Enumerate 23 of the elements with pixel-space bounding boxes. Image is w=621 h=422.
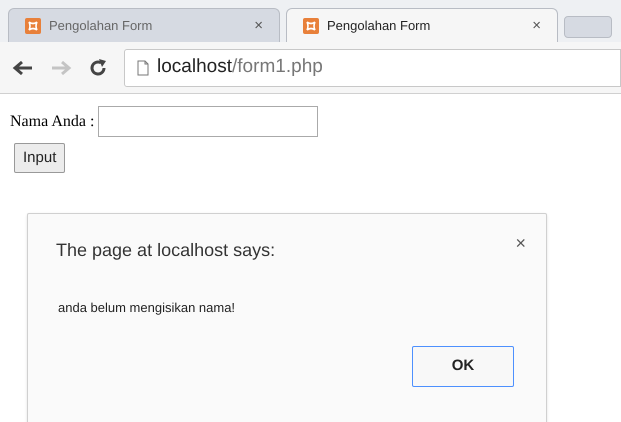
input-button[interactable]: Input bbox=[14, 143, 66, 173]
dialog-title: The page at localhost says: bbox=[56, 239, 276, 262]
dialog-message: anda belum mengisikan nama! bbox=[57, 299, 236, 317]
browser-tab[interactable]: Pengolahan Form × bbox=[286, 8, 558, 42]
name-input-field[interactable] bbox=[98, 106, 318, 137]
back-arrow-icon[interactable] bbox=[12, 60, 34, 76]
url-path: /form1.php bbox=[232, 56, 323, 78]
favicon-icon bbox=[303, 18, 319, 34]
browser-tab[interactable]: Pengolahan Form × bbox=[8, 8, 280, 42]
close-button[interactable]: × bbox=[515, 234, 526, 252]
tab-title: Pengolahan Form bbox=[49, 16, 154, 35]
field-label: Nama Anda : bbox=[10, 112, 94, 132]
url-host: localhost bbox=[157, 56, 232, 78]
tab-close-button[interactable]: × bbox=[254, 18, 263, 33]
new-tab-button[interactable] bbox=[564, 16, 612, 38]
reload-icon[interactable] bbox=[88, 58, 108, 78]
forward-arrow-icon[interactable] bbox=[50, 60, 72, 76]
page-icon bbox=[137, 60, 149, 76]
favicon-icon bbox=[25, 18, 41, 34]
address-bar[interactable]: localhost/form1.php bbox=[124, 48, 621, 86]
tab-title: Pengolahan Form bbox=[327, 16, 432, 35]
tab-close-button[interactable]: × bbox=[532, 18, 541, 33]
ok-button[interactable]: OK bbox=[412, 346, 514, 386]
